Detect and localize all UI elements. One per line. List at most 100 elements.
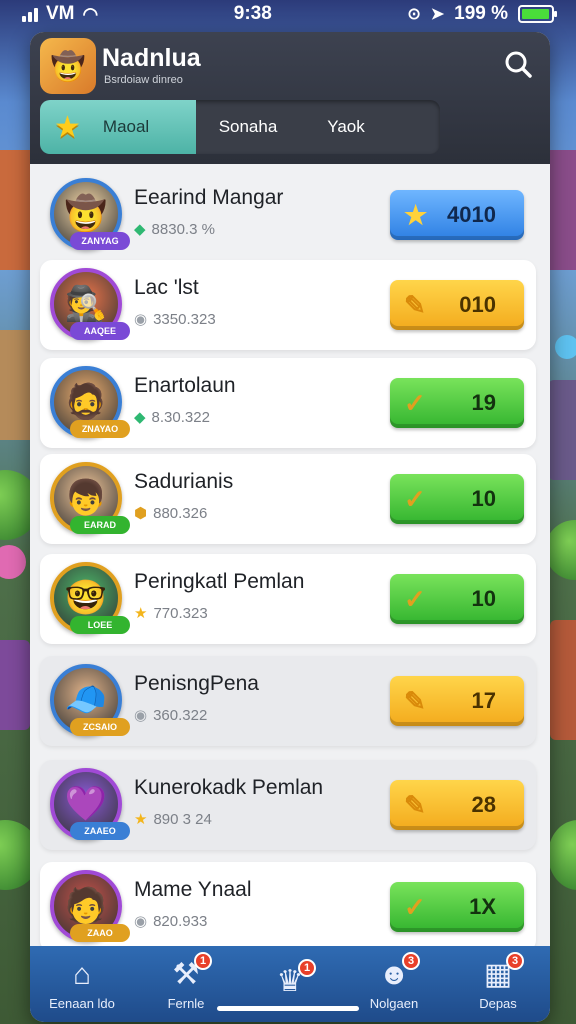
- carrier-label: VM: [46, 3, 75, 24]
- tab-label: Sonaha: [218, 117, 278, 136]
- player-name: Kunerokadk Pemlan: [134, 776, 324, 799]
- home-indicator[interactable]: [217, 1006, 359, 1011]
- star-icon: ★: [404, 199, 428, 230]
- search-icon: [505, 51, 532, 78]
- leaderboard-row[interactable]: 🧑 ZAAO Mame Ynaal ◉ 820.933 ✓ 1X: [40, 862, 536, 952]
- avatar-level-badge: LOEE: [70, 616, 130, 634]
- status-bar: VM ◠ 9:38 ⊙ ➤ 199 %: [0, 0, 576, 28]
- check-icon: ✓: [404, 891, 426, 922]
- player-score: ◉ 360.322: [134, 706, 207, 725]
- leaderboard-row[interactable]: 🤠 ZANYAG Eearind Mangar ◆ 8830.3 % ★ 4010: [40, 170, 536, 260]
- nav-label: Fernle: [167, 995, 205, 1011]
- gem-icon: ◆: [134, 221, 146, 238]
- star-icon: ★: [54, 110, 81, 144]
- score-value: 3350.323: [153, 310, 216, 328]
- reward-value: 1X: [469, 894, 496, 919]
- reward-value: 17: [471, 688, 496, 713]
- battery-percent: 199 %: [454, 3, 508, 24]
- page-title: Nadnlua: [102, 44, 201, 72]
- score-value: 890 3 24: [153, 810, 212, 828]
- pencil-icon: ✎: [404, 685, 426, 716]
- player-name: Sadurianis: [134, 470, 234, 493]
- battery-icon: [518, 5, 557, 23]
- page-subtitle: Bsrdoiaw dinreo: [104, 74, 183, 86]
- player-avatar[interactable]: 🧔 ZNAYAO: [50, 366, 130, 438]
- avatar-level-badge: ZAAO: [70, 924, 130, 942]
- reward-button[interactable]: ✎ 28: [390, 780, 524, 830]
- score-value: 8.30.322: [151, 408, 210, 426]
- player-avatar[interactable]: 👦 EARAD: [50, 462, 130, 534]
- reward-value: 4010: [447, 202, 496, 227]
- notification-badge: 3: [402, 951, 420, 970]
- score-value: 820.933: [153, 912, 208, 930]
- player-avatar[interactable]: 🤠 ZANYAG: [50, 178, 130, 250]
- notification-badge: 1: [298, 959, 316, 977]
- nav-label: Nolgaen: [369, 995, 419, 1011]
- leaderboard-row[interactable]: 🧔 ZNAYAO Enartolaun ◆ 8.30.322 ✓ 19: [40, 358, 536, 448]
- leaderboard-panel: 🤠 Nadnlua Bsrdoiaw dinreo ★ Maoal Sonaha…: [30, 32, 550, 1022]
- reward-button[interactable]: ✎ 17: [390, 676, 524, 726]
- player-avatar[interactable]: 💜 ZAAEO: [50, 768, 130, 840]
- player-score: ◉ 3350.323: [134, 310, 216, 329]
- badge-icon: ◉: [134, 707, 148, 724]
- player-name: Eearind Mangar: [134, 186, 284, 209]
- player-name: PenisngPena: [134, 672, 259, 695]
- leaderboard-row[interactable]: 👦 EARAD Sadurianis ⬢ 880.326 ✓ 10: [40, 454, 536, 544]
- player-avatar[interactable]: 🧢 ZCSAIO: [50, 664, 130, 736]
- reward-button[interactable]: ✓ 10: [390, 574, 524, 624]
- wifi-icon: ◠: [82, 3, 99, 24]
- reward-value: 10: [471, 486, 496, 511]
- notification-badge: 1: [194, 951, 212, 970]
- player-avatar[interactable]: 🧑 ZAAO: [50, 870, 130, 942]
- reward-button[interactable]: ✎ 010: [390, 280, 524, 330]
- check-icon: ✓: [404, 483, 426, 514]
- location-icon: ➤: [430, 6, 445, 23]
- house-icon: ⌂: [72, 957, 92, 991]
- badge-icon: ◉: [134, 913, 148, 930]
- player-score: ◆ 8.30.322: [134, 408, 210, 427]
- reward-value: 19: [471, 390, 496, 415]
- notification-badge: 3: [506, 951, 524, 970]
- badge-icon: ◉: [134, 311, 148, 328]
- nav-item[interactable]: ⌂ Eenaan ldo: [34, 958, 130, 1011]
- player-avatar[interactable]: 🕵 AAQEE: [50, 268, 130, 340]
- score-value: 880.326: [153, 504, 208, 522]
- reward-button[interactable]: ✓ 10: [390, 474, 524, 524]
- player-name: Enartolaun: [134, 374, 236, 397]
- search-button[interactable]: [500, 46, 536, 82]
- player-name: Lac 'lst: [134, 276, 199, 299]
- tab-label: Yaok: [327, 117, 365, 136]
- leaderboard-row[interactable]: 🧢 ZCSAIO PenisngPena ◉ 360.322 ✎ 17: [40, 656, 536, 746]
- nav-item[interactable]: ♛ 1: [242, 959, 338, 1003]
- nav-item[interactable]: ☻ 3 Nolgaen: [346, 951, 442, 1011]
- player-avatar-logo-icon[interactable]: 🤠: [40, 38, 96, 94]
- nav-item[interactable]: ⚒ 1 Fernle: [138, 951, 234, 1011]
- leaderboard-row[interactable]: 🕵 AAQEE Lac 'lst ◉ 3350.323 ✎ 010: [40, 260, 536, 350]
- player-score: ⬢ 880.326: [134, 504, 208, 523]
- reward-value: 28: [471, 792, 496, 817]
- nav-label: Depas: [479, 995, 517, 1011]
- pencil-icon: ✎: [404, 289, 426, 320]
- leaderboard-row[interactable]: 💜 ZAAEO Kunerokadk Pemlan ★ 890 3 24 ✎ 28: [40, 760, 536, 850]
- player-avatar[interactable]: 🤓 LOEE: [50, 562, 130, 634]
- nav-item[interactable]: ▦ 3 Depas: [450, 951, 546, 1011]
- score-value: 770.323: [153, 604, 208, 622]
- avatar-level-badge: ZNAYAO: [70, 420, 130, 438]
- leaderboard-row[interactable]: 🤓 LOEE Peringkatl Pemlan ★ 770.323 ✓ 10: [40, 554, 536, 644]
- gem-icon: ◆: [134, 409, 146, 426]
- score-value: 8830.3 %: [151, 220, 215, 238]
- clock: 9:38: [233, 3, 272, 24]
- star-icon: ★: [134, 811, 148, 828]
- tab-label: Maoal: [102, 117, 150, 136]
- tab-yaok[interactable]: Yaok: [300, 100, 392, 154]
- player-score: ◉ 820.933: [134, 912, 208, 931]
- lock-icon: ⊙: [407, 6, 421, 23]
- reward-button[interactable]: ★ 4010: [390, 190, 524, 240]
- avatar-level-badge: ZANYAG: [70, 232, 130, 250]
- tab-maoal[interactable]: ★ Maoal: [40, 100, 196, 154]
- reward-value: 10: [471, 586, 496, 611]
- tab-bar: ★ Maoal Sonaha Yaok: [40, 100, 440, 154]
- reward-button[interactable]: ✓ 1X: [390, 882, 524, 932]
- reward-button[interactable]: ✓ 19: [390, 378, 524, 428]
- tab-sonaha[interactable]: Sonaha: [196, 100, 300, 154]
